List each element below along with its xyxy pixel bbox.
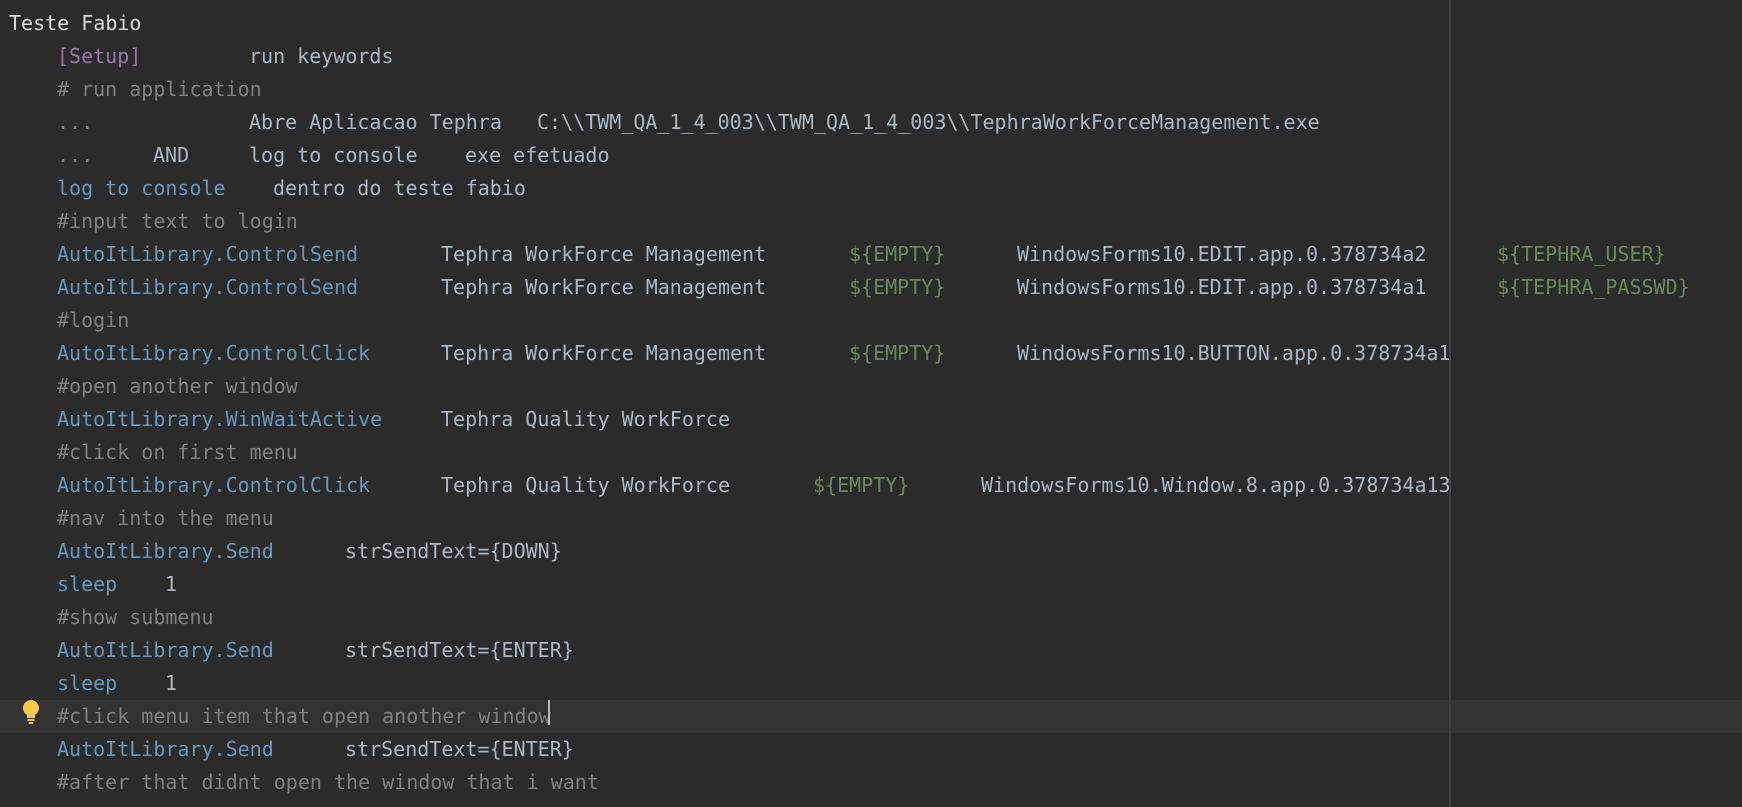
code-token: Tephra WorkForce Management bbox=[441, 242, 767, 266]
code-token: strSendText={ENTER} bbox=[345, 737, 574, 761]
code-line[interactable]: #after that didnt open the window that i… bbox=[0, 766, 1742, 799]
code-token: WindowsForms10.BUTTON.app.0.378734a1 bbox=[1017, 341, 1451, 365]
code-line[interactable]: #click on first menu bbox=[0, 436, 1742, 469]
code-token: ... bbox=[57, 143, 94, 167]
code-line[interactable]: AutoItLibrary.ControlSend Tephra WorkForc… bbox=[0, 238, 1742, 271]
code-token: ${EMPTY} bbox=[849, 275, 946, 299]
code-line[interactable]: AutoItLibrary.ControlClick Tephra Quality… bbox=[0, 469, 1742, 502]
code-line[interactable]: log to console dentro do teste fabio bbox=[0, 172, 1742, 205]
code-token: AutoItLibrary.WinWaitActive bbox=[57, 407, 383, 431]
code-token: exe efetuado bbox=[465, 143, 610, 167]
code-token: Tephra Quality WorkForce bbox=[441, 407, 730, 431]
code-line[interactable]: AutoItLibrary.Send strSendText={DOWN} bbox=[0, 535, 1742, 568]
code-line[interactable]: ... AND log to console exe efetuado bbox=[0, 139, 1742, 172]
code-line[interactable]: AutoItLibrary.ControlSend Tephra WorkForc… bbox=[0, 271, 1742, 304]
code-token: AutoItLibrary.ControlClick bbox=[57, 473, 371, 497]
text-caret bbox=[548, 700, 550, 725]
code-token: log to console bbox=[57, 176, 226, 200]
code-line[interactable]: #click menu item that open another windo… bbox=[0, 700, 1742, 733]
code-token: AutoItLibrary.ControlClick bbox=[57, 341, 371, 365]
code-token: #open another window bbox=[57, 374, 298, 398]
code-line[interactable]: # run application bbox=[0, 73, 1742, 106]
code-token: strSendText={ENTER} bbox=[345, 638, 574, 662]
code-token: Tephra WorkForce Management bbox=[441, 341, 767, 365]
code-line[interactable]: AutoItLibrary.WinWaitActive Tephra Qualit… bbox=[0, 403, 1742, 436]
code-token: #click menu item that open another windo… bbox=[57, 704, 551, 728]
code-line[interactable]: #input text to login bbox=[0, 205, 1742, 238]
code-token: #after that didnt open the window that i… bbox=[57, 770, 599, 794]
code-token: Tephra Quality WorkForce bbox=[441, 473, 730, 497]
code-token: #nav into the menu bbox=[57, 506, 274, 530]
code-line[interactable]: #open another window bbox=[0, 370, 1742, 403]
code-token: dentro do teste fabio bbox=[273, 176, 526, 200]
code-token: WindowsForms10.Window.8.app.0.378734a13 bbox=[981, 473, 1451, 497]
code-line[interactable]: sleep 1 bbox=[0, 667, 1742, 700]
code-line[interactable]: #show submenu bbox=[0, 601, 1742, 634]
code-token: AND bbox=[153, 143, 190, 167]
code-line[interactable]: AutoItLibrary.ControlClick Tephra WorkFor… bbox=[0, 337, 1742, 370]
code-line[interactable]: ... Abre Aplicacao Tephra C:\\TWM_QA_1_4_0… bbox=[0, 106, 1742, 139]
code-token: sleep bbox=[57, 671, 118, 695]
code-line[interactable]: AutoItLibrary.Send strSendText={ENTER} bbox=[0, 733, 1742, 766]
code-token: ${TEPHRA_PASSWD} bbox=[1497, 275, 1690, 299]
code-token: 1 bbox=[165, 572, 178, 596]
code-token: # run application bbox=[57, 77, 262, 101]
code-token: ${EMPTY} bbox=[813, 473, 910, 497]
code-token: Tephra WorkForce Management bbox=[441, 275, 767, 299]
lightbulb-icon[interactable] bbox=[21, 699, 41, 725]
code-line[interactable]: sleep 1 bbox=[0, 568, 1742, 601]
code-line[interactable]: #login bbox=[0, 304, 1742, 337]
code-token: log to console bbox=[249, 143, 418, 167]
code-token: AutoItLibrary.Send bbox=[57, 539, 274, 563]
code-token: #click on first menu bbox=[57, 440, 298, 464]
code-token: Abre Aplicacao Tephra bbox=[249, 110, 502, 134]
code-line[interactable]: #nav into the menu bbox=[0, 502, 1742, 535]
code-token: AutoItLibrary.Send bbox=[57, 638, 274, 662]
code-token: AutoItLibrary.Send bbox=[57, 737, 274, 761]
code-token: AutoItLibrary.ControlSend bbox=[57, 275, 359, 299]
code-token: sleep bbox=[57, 572, 118, 596]
code-token: #show submenu bbox=[57, 605, 214, 629]
code-token: 1 bbox=[165, 671, 178, 695]
code-line[interactable]: [Setup] run keywords bbox=[0, 40, 1742, 73]
code-token: Teste Fabio bbox=[9, 11, 142, 35]
code-token: WindowsForms10.EDIT.app.0.378734a1 bbox=[1017, 275, 1427, 299]
code-token: #login bbox=[57, 308, 130, 332]
code-editor[interactable]: Teste Fabio [Setup] run keywords # run appl… bbox=[0, 0, 1742, 807]
code-token: strSendText={DOWN} bbox=[345, 539, 562, 563]
code-token: WindowsForms10.EDIT.app.0.378734a2 bbox=[1017, 242, 1427, 266]
code-token: C:\\TWM_QA_1_4_003\\TWM_QA_1_4_003\\Teph… bbox=[537, 110, 1320, 134]
code-token: ... bbox=[57, 110, 94, 134]
code-line[interactable]: AutoItLibrary.Send strSendText={ENTER} bbox=[0, 634, 1742, 667]
code-token: run keywords bbox=[249, 44, 394, 68]
code-token: AutoItLibrary.ControlSend bbox=[57, 242, 359, 266]
code-line[interactable]: Teste Fabio bbox=[0, 7, 1742, 40]
code-token: ${EMPTY} bbox=[849, 242, 946, 266]
right-margin-guide bbox=[1449, 0, 1451, 807]
code-token: #input text to login bbox=[57, 209, 298, 233]
code-token: ${EMPTY} bbox=[849, 341, 946, 365]
code-token: [Setup] bbox=[57, 44, 142, 68]
code-token: ${TEPHRA_USER} bbox=[1497, 242, 1666, 266]
